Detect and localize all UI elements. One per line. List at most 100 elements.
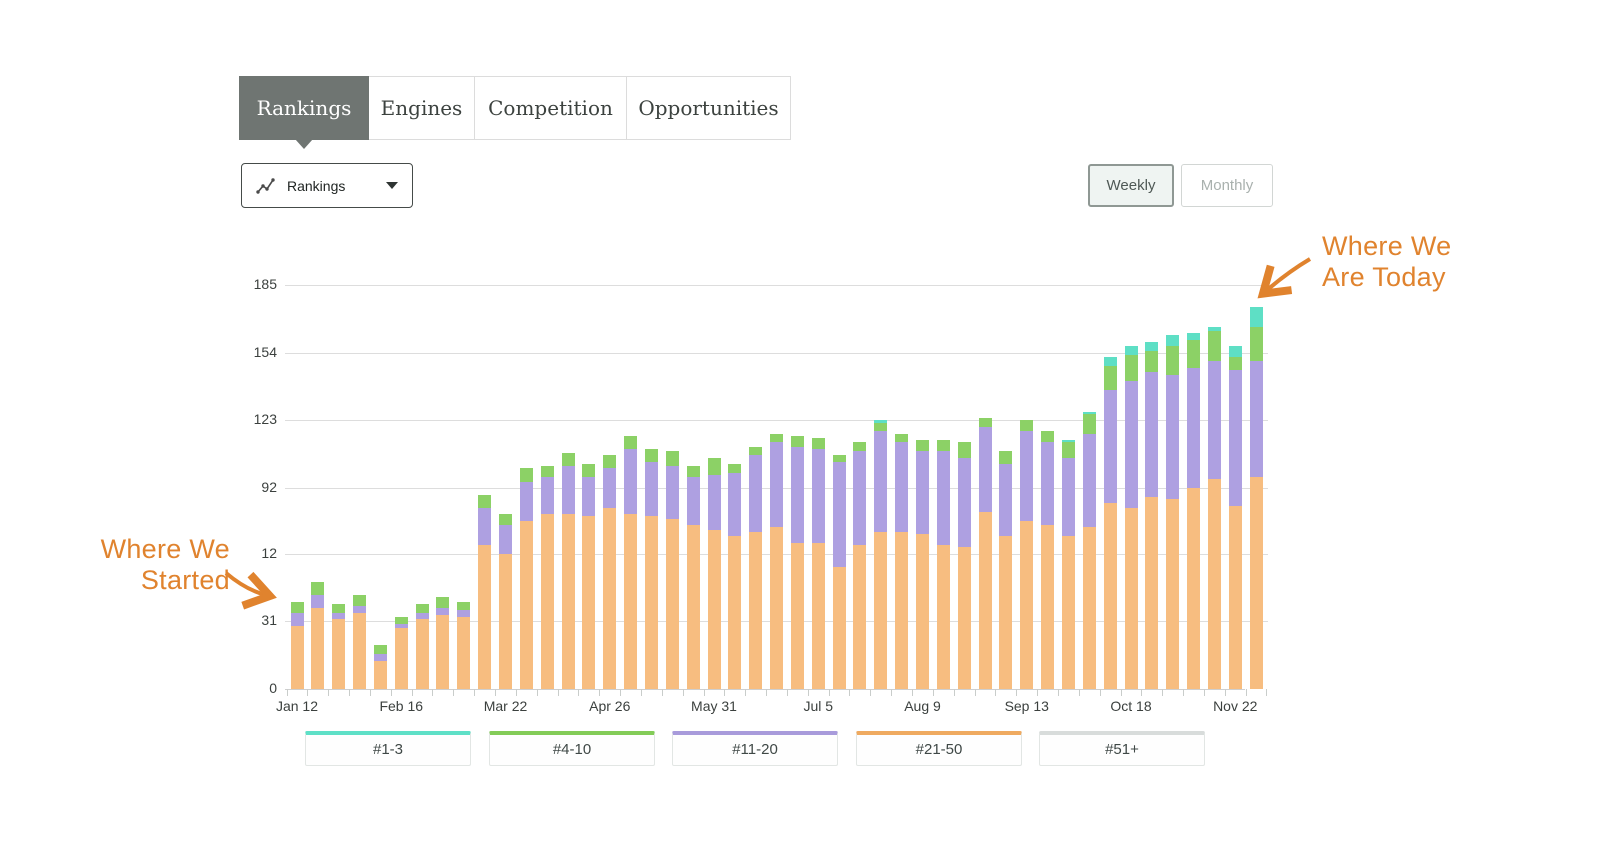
bar-column[interactable]: [791, 436, 804, 689]
bar-segment-#4-10: [1104, 366, 1117, 390]
bar-column[interactable]: [1187, 333, 1200, 689]
y-axis-label: 92: [223, 479, 277, 495]
bar-column[interactable]: [478, 495, 491, 689]
bar-column[interactable]: [1250, 307, 1263, 689]
tab-opportunities[interactable]: Opportunities: [626, 76, 791, 140]
bar-column[interactable]: [1145, 342, 1158, 689]
weekly-button[interactable]: Weekly: [1088, 164, 1174, 207]
bar-column[interactable]: [853, 442, 866, 689]
chart-type-select[interactable]: Rankings: [241, 163, 413, 208]
x-axis-tick: [849, 689, 850, 696]
x-axis-tick: [787, 689, 788, 696]
bar-column[interactable]: [937, 440, 950, 689]
bar-segment-#4-10: [1208, 331, 1221, 362]
bar-column[interactable]: [624, 436, 637, 689]
y-axis-label: 185: [223, 276, 277, 292]
bar-segment-#11-20: [791, 447, 804, 543]
bar-column[interactable]: [770, 434, 783, 689]
bar-segment-#4-10: [311, 582, 324, 595]
monthly-button[interactable]: Monthly: [1181, 164, 1273, 207]
tab-label: Engines: [381, 96, 463, 120]
tab-rankings[interactable]: Rankings: [239, 76, 369, 140]
bar-column[interactable]: [374, 645, 387, 689]
rankings-chart: 1851541239212310Jan 12Feb 16Mar 22Apr 26…: [285, 285, 1268, 689]
bar-column[interactable]: [687, 466, 700, 689]
x-axis-tick: [1225, 689, 1226, 696]
bar-segment-#4-10: [770, 434, 783, 443]
bar-column[interactable]: [582, 464, 595, 689]
x-axis-label: Nov 22: [1195, 698, 1275, 714]
bar-column[interactable]: [1125, 346, 1138, 689]
legend-item-51[interactable]: #51+: [1039, 731, 1205, 766]
bar-column[interactable]: [645, 449, 658, 689]
bar-column[interactable]: [728, 464, 741, 689]
bar-column[interactable]: [603, 455, 616, 689]
bar-column[interactable]: [1083, 412, 1096, 689]
bar-segment-#4-10: [582, 464, 595, 477]
bar-segment-#21-50: [999, 536, 1012, 689]
bar-column[interactable]: [436, 597, 449, 689]
x-axis-tick: [453, 689, 454, 696]
legend-item-11-20[interactable]: #11-20: [672, 731, 838, 766]
bar-column[interactable]: [395, 617, 408, 689]
bar-column[interactable]: [1229, 346, 1242, 689]
x-axis-tick: [1121, 689, 1122, 696]
bar-column[interactable]: [562, 453, 575, 689]
bar-segment-#21-50: [687, 525, 700, 689]
bar-column[interactable]: [416, 604, 429, 689]
bar-column[interactable]: [916, 440, 929, 689]
bar-segment-#4-10: [999, 451, 1012, 464]
bar-segment-#11-20: [520, 482, 533, 521]
x-axis-tick: [495, 689, 496, 696]
bar-segment-#21-50: [708, 530, 721, 689]
x-axis-tick: [1141, 689, 1142, 696]
y-axis-label: 123: [223, 411, 277, 427]
bar-column[interactable]: [332, 604, 345, 689]
x-axis-tick: [1266, 689, 1267, 696]
chevron-down-icon: [386, 182, 398, 189]
bar-column[interactable]: [812, 438, 825, 689]
bar-column[interactable]: [895, 434, 908, 689]
bar-column[interactable]: [311, 582, 324, 689]
bar-column[interactable]: [1166, 335, 1179, 689]
bar-column[interactable]: [499, 514, 512, 689]
x-axis-label: Aug 9: [883, 698, 963, 714]
bar-segment-#1-3: [1229, 346, 1242, 357]
bar-column[interactable]: [958, 442, 971, 689]
legend-item-4-10[interactable]: #4-10: [489, 731, 655, 766]
bar-segment-#4-10: [624, 436, 637, 449]
x-axis-tick: [391, 689, 392, 696]
tab-competition[interactable]: Competition: [474, 76, 627, 140]
legend-item-21-50[interactable]: #21-50: [856, 731, 1022, 766]
bar-column[interactable]: [541, 466, 554, 689]
bar-column[interactable]: [999, 451, 1012, 689]
bar-segment-#4-10: [416, 604, 429, 613]
x-axis-label: Oct 18: [1091, 698, 1171, 714]
tab-engines[interactable]: Engines: [368, 76, 475, 140]
bar-column[interactable]: [1041, 431, 1054, 689]
bar-column[interactable]: [708, 458, 721, 689]
bar-segment-#21-50: [1125, 508, 1138, 689]
bar-column[interactable]: [457, 602, 470, 689]
x-axis-tick: [745, 689, 746, 696]
bar-column[interactable]: [520, 468, 533, 689]
bar-column[interactable]: [666, 451, 679, 689]
bar-column[interactable]: [1062, 440, 1075, 689]
bar-column[interactable]: [874, 420, 887, 689]
bar-column[interactable]: [1020, 420, 1033, 689]
bar-column[interactable]: [979, 418, 992, 689]
bar-segment-#11-20: [874, 431, 887, 531]
bar-column[interactable]: [1208, 327, 1221, 689]
bar-segment-#21-50: [624, 514, 637, 689]
x-axis-label: Apr 26: [570, 698, 650, 714]
bar-segment-#21-50: [1041, 525, 1054, 689]
bar-column[interactable]: [833, 455, 846, 689]
bar-column[interactable]: [749, 447, 762, 689]
bar-column[interactable]: [291, 602, 304, 689]
bar-segment-#21-50: [1166, 499, 1179, 689]
bar-column[interactable]: [353, 595, 366, 689]
x-axis-tick: [933, 689, 934, 696]
bar-column[interactable]: [1104, 357, 1117, 689]
legend-item-1-3[interactable]: #1-3: [305, 731, 471, 766]
bar-segment-#4-10: [1062, 442, 1075, 457]
